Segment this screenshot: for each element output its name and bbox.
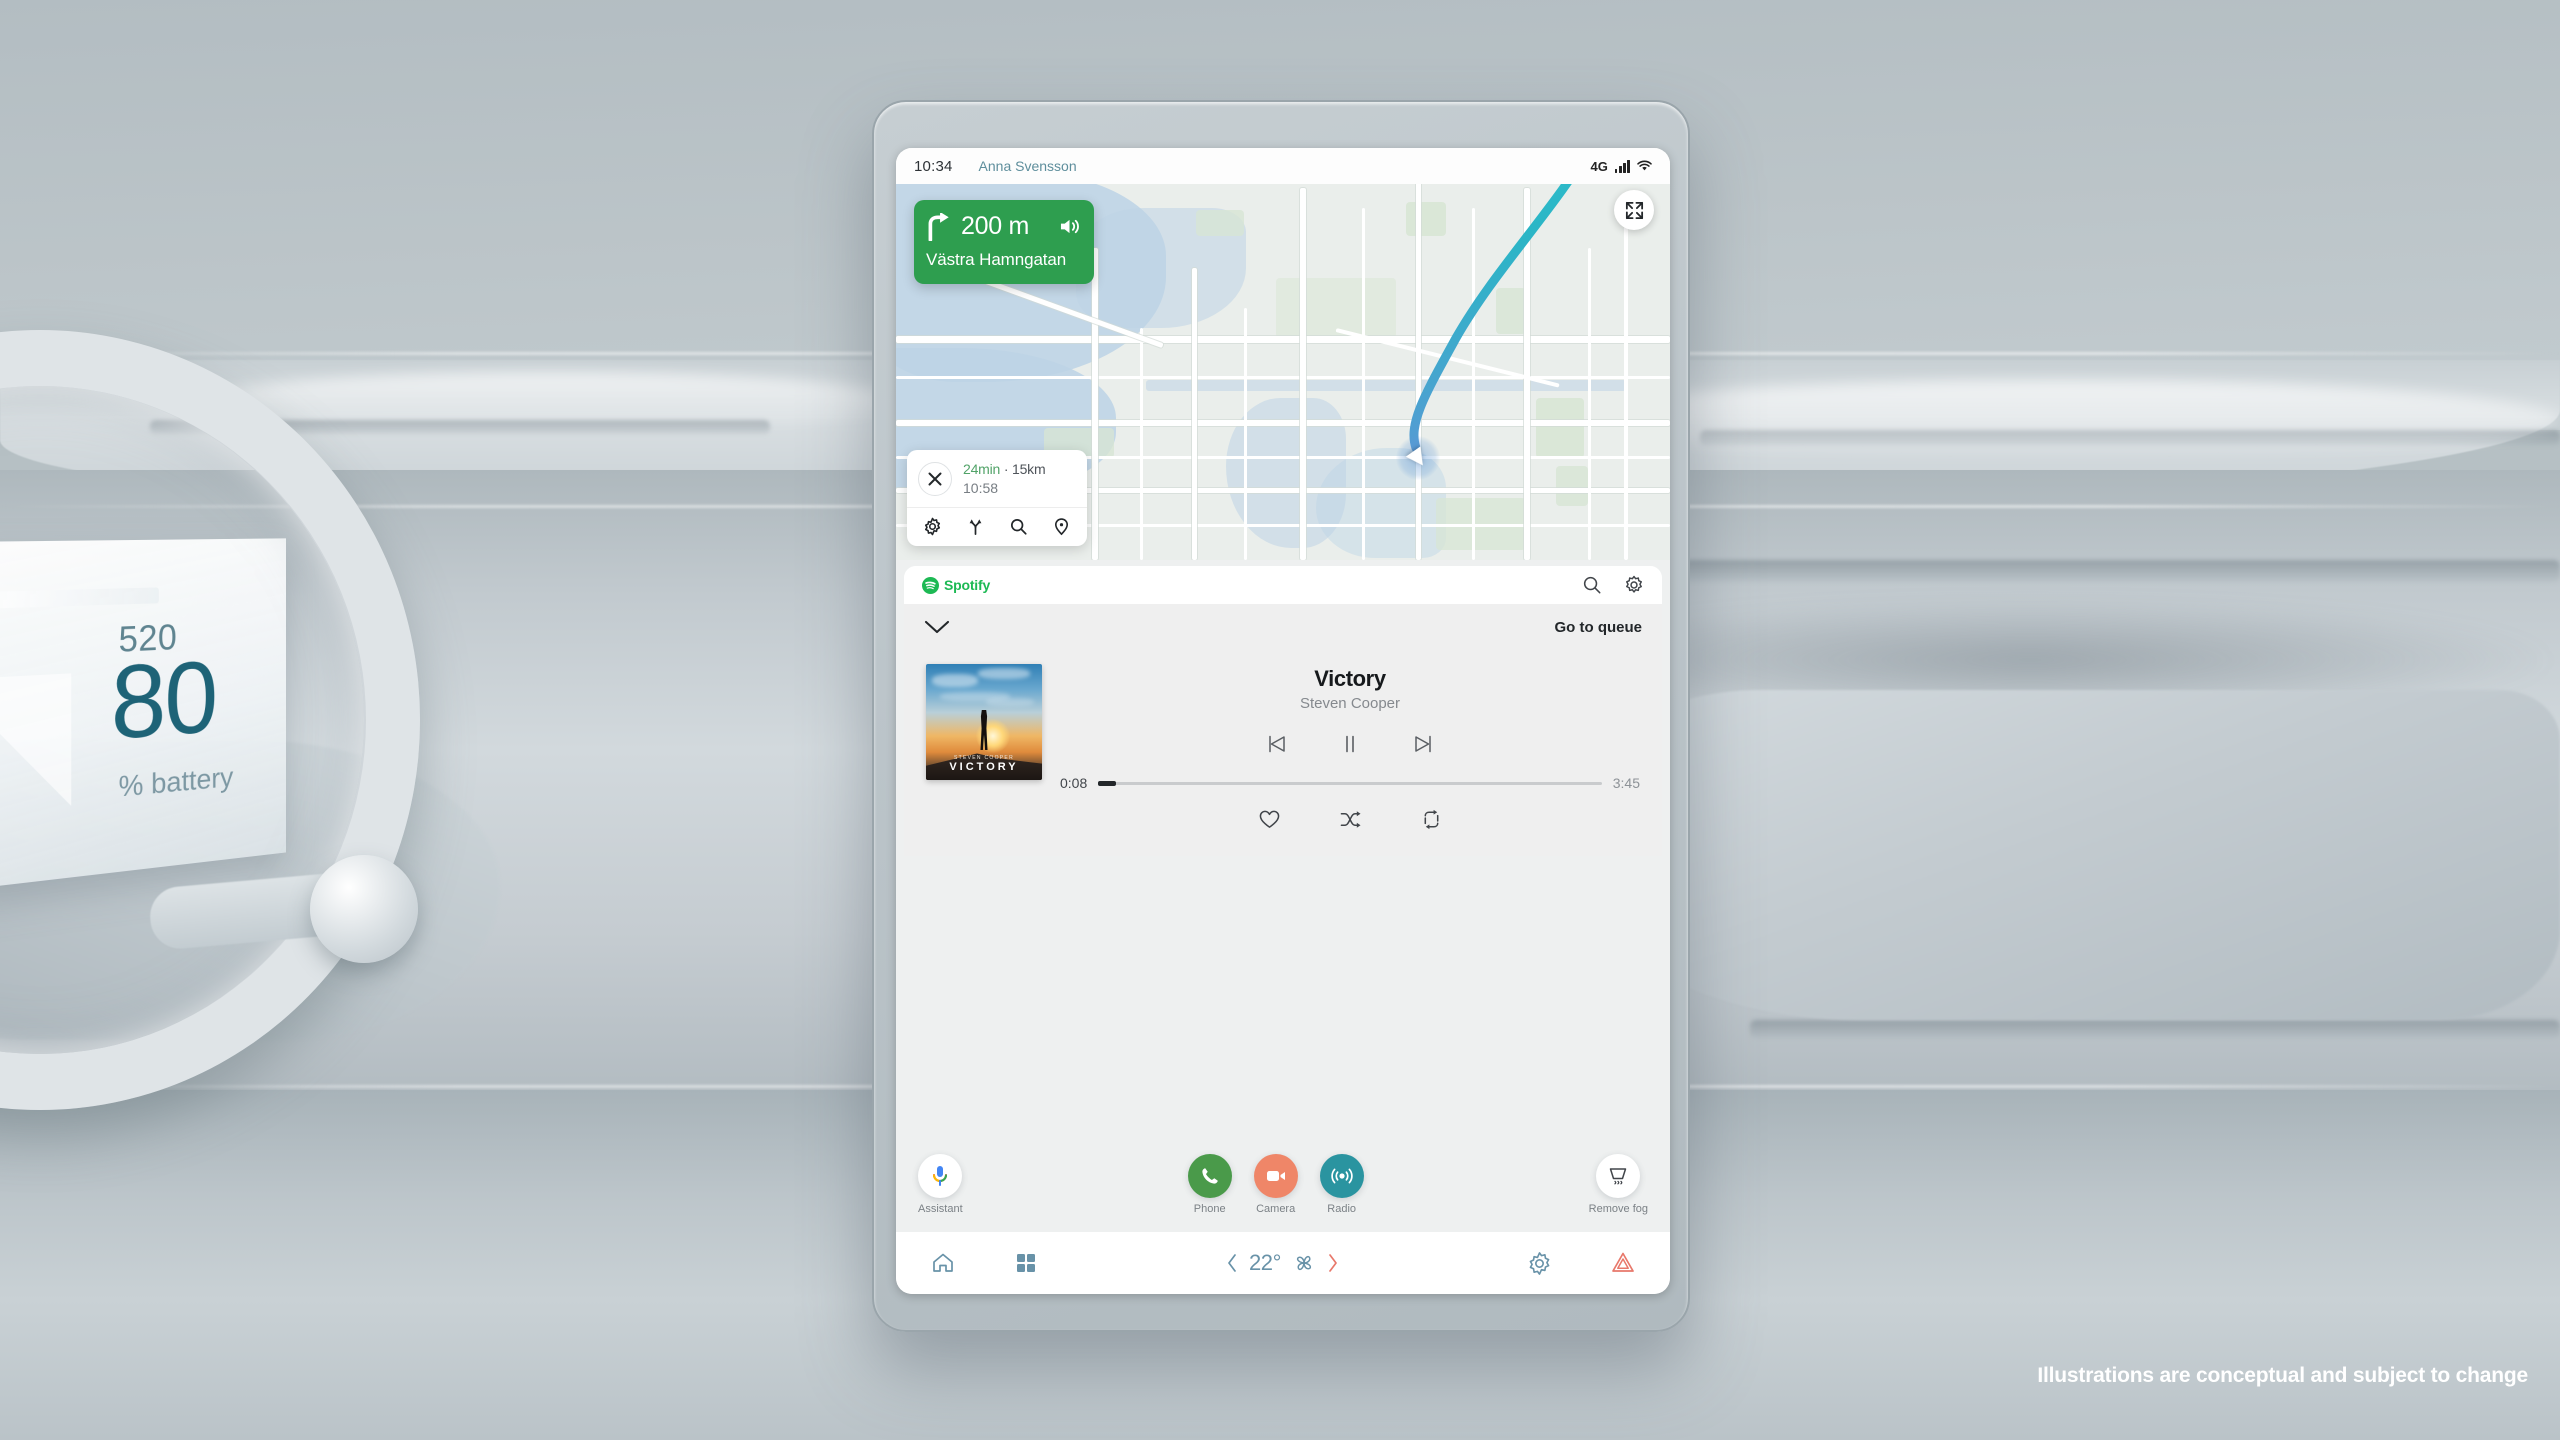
dock-label-assistant: Assistant — [918, 1203, 963, 1215]
repeat-icon[interactable] — [1420, 809, 1443, 830]
shuffle-icon[interactable] — [1339, 809, 1362, 830]
dock-item-assistant[interactable]: Assistant — [918, 1154, 963, 1215]
infotainment-screen: 200 m Västra Hamngatan 24min · 15km 10:5… — [896, 148, 1670, 1294]
trip-distance: 15km — [1012, 461, 1045, 477]
media-app-name: Spotify — [944, 577, 990, 593]
dock-label-defrost: Remove fog — [1589, 1203, 1648, 1215]
settings-gear-icon[interactable] — [923, 517, 942, 536]
media-header: Spotify — [904, 566, 1662, 604]
close-x-icon[interactable] — [918, 462, 952, 496]
chevron-right-icon[interactable] — [1327, 1253, 1339, 1273]
status-bar: 10:34 Anna Svensson 4G — [896, 148, 1670, 184]
signal-bars-icon — [1615, 160, 1630, 173]
microphone-icon — [930, 1164, 950, 1188]
alternate-routes-icon[interactable] — [966, 517, 985, 536]
dashboard-highlight — [1560, 380, 2560, 460]
navigation-instruction-card[interactable]: 200 m Västra Hamngatan — [914, 200, 1094, 284]
spotify-logo-icon — [922, 577, 939, 594]
car-interior-scene: 520 80 % battery 200 m Västra Hamngatan … — [0, 0, 2560, 1440]
radio-waves-icon — [1330, 1164, 1354, 1188]
dock-item-camera[interactable]: Camera — [1254, 1154, 1298, 1215]
go-to-queue-button[interactable]: Go to queue — [1555, 619, 1643, 636]
expand-fullscreen-icon[interactable] — [1614, 190, 1654, 230]
trip-eta-line: 24min · 15km — [963, 461, 1045, 477]
hazard-warning-icon[interactable] — [1610, 1250, 1636, 1276]
air-vent-strip — [1640, 560, 2560, 582]
system-bottom-bar: 22° — [896, 1232, 1670, 1294]
disclaimer-caption: Illustrations are conceptual and subject… — [2037, 1364, 2528, 1388]
center-display-bezel: 200 m Västra Hamngatan 24min · 15km 10:5… — [872, 100, 1690, 1332]
pause-icon[interactable] — [1337, 731, 1363, 757]
turn-right-icon — [926, 213, 952, 241]
spotify-brand[interactable]: Spotify — [922, 577, 990, 594]
dock-label-phone: Phone — [1194, 1203, 1226, 1215]
climate-control: 22° — [1226, 1250, 1339, 1276]
progress-slider[interactable] — [1098, 782, 1602, 785]
media-player-panel: Spotify Go to queue STEVEN COOPER VICTOR… — [904, 566, 1662, 856]
temperature-value: 22° — [1249, 1250, 1281, 1276]
dock-label-camera: Camera — [1256, 1203, 1295, 1215]
navigation-street-name: Västra Hamngatan — [926, 250, 1080, 270]
media-queue-row: Go to queue — [904, 604, 1662, 650]
air-vent-strip — [1750, 1020, 2560, 1038]
total-duration: 3:45 — [1613, 775, 1640, 791]
playback-progress[interactable]: 0:08 3:45 — [1060, 775, 1640, 791]
vehicle-position-marker — [1396, 436, 1440, 480]
album-cover-art[interactable]: STEVEN COOPER VICTORY — [926, 664, 1042, 780]
dock-item-phone[interactable]: Phone — [1188, 1154, 1232, 1215]
media-settings-gear-icon[interactable] — [1624, 575, 1644, 595]
settings-gear-icon[interactable] — [1527, 1251, 1552, 1276]
next-track-icon[interactable] — [1411, 731, 1437, 757]
trip-duration: 24min — [963, 461, 1000, 477]
rear-defrost-icon — [1606, 1165, 1630, 1187]
search-icon[interactable] — [1009, 517, 1028, 536]
dashboard-highlight — [200, 372, 900, 432]
elapsed-time: 0:08 — [1060, 775, 1087, 791]
heart-icon[interactable] — [1258, 809, 1281, 830]
navigation-distance: 200 m — [961, 212, 1029, 241]
radio-button[interactable] — [1320, 1154, 1364, 1198]
phone-button[interactable] — [1188, 1154, 1232, 1198]
media-search-icon[interactable] — [1582, 575, 1602, 595]
chevron-left-icon[interactable] — [1226, 1253, 1238, 1273]
wifi-icon — [1637, 160, 1652, 172]
volume-on-icon[interactable] — [1059, 217, 1080, 236]
remove-fog-button[interactable] — [1596, 1154, 1640, 1198]
map-panel[interactable]: 200 m Västra Hamngatan 24min · 15km 10:5… — [896, 148, 1670, 560]
phone-icon — [1199, 1165, 1221, 1187]
dashboard-right-panel — [1560, 690, 2560, 1020]
trip-arrival-time: 10:58 — [963, 480, 1045, 496]
dock-item-radio[interactable]: Radio — [1320, 1154, 1364, 1215]
status-network-type: 4G — [1591, 159, 1608, 174]
app-grid-icon[interactable] — [1014, 1251, 1038, 1275]
camera-button[interactable] — [1254, 1154, 1298, 1198]
dock-label-radio: Radio — [1327, 1203, 1356, 1215]
camera-icon — [1264, 1167, 1288, 1185]
now-playing: STEVEN COOPER VICTORY Victory Steven Coo… — [904, 650, 1662, 856]
track-artist: Steven Cooper — [1060, 695, 1640, 712]
track-title: Victory — [1060, 666, 1640, 692]
location-pin-icon[interactable] — [1052, 517, 1071, 536]
dock-item-defrost[interactable]: Remove fog — [1589, 1154, 1648, 1215]
app-dock: Assistant Phone Camera Radio Remove fog — [896, 1136, 1670, 1232]
trip-separator: · — [1000, 461, 1012, 477]
home-icon[interactable] — [930, 1250, 956, 1276]
progress-fill — [1098, 781, 1116, 786]
steering-wheel-hub — [310, 855, 418, 963]
fan-icon[interactable] — [1292, 1251, 1316, 1275]
album-cover-title: VICTORY — [926, 761, 1042, 773]
chevron-down-icon[interactable] — [924, 619, 950, 635]
vehicle-position-arrow-icon — [1406, 446, 1430, 470]
trip-summary-card: 24min · 15km 10:58 — [907, 450, 1087, 546]
assistant-button[interactable] — [918, 1154, 962, 1198]
status-user-profile[interactable]: Anna Svensson — [979, 158, 1077, 174]
previous-track-icon[interactable] — [1263, 731, 1289, 757]
status-time: 10:34 — [914, 158, 953, 175]
